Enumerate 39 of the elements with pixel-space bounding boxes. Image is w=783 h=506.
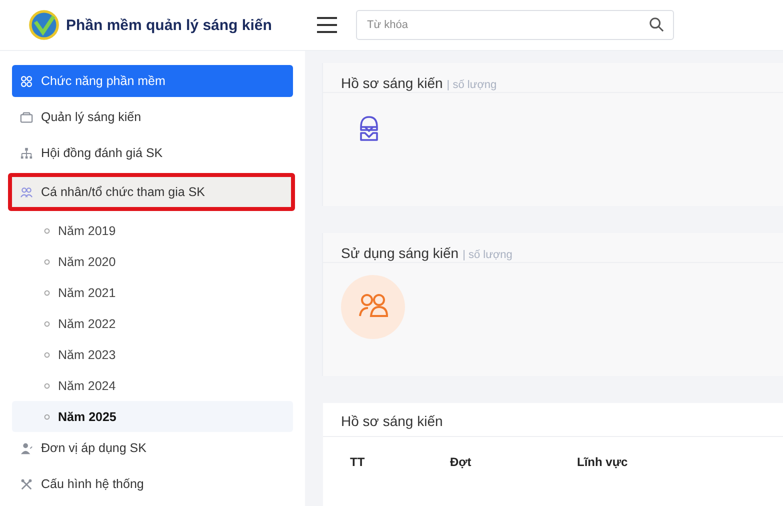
sidebar-item[interactable]: Quản lý sáng kiến [12, 101, 293, 133]
sidebar-subitem[interactable]: Năm 2023 [12, 339, 293, 370]
people-icon [341, 275, 405, 339]
circle-bullet-icon [44, 228, 50, 234]
card-title: Hồ sơ sáng kiến [341, 75, 443, 91]
user-icon [20, 442, 33, 454]
card-title: Sử dụng sáng kiến [341, 245, 459, 261]
circle-bullet-icon [44, 320, 50, 326]
column-header: Đợt [450, 455, 472, 469]
column-header: Lĩnh vực [577, 455, 628, 469]
tools-icon [20, 478, 33, 490]
sidebar-item[interactable]: Cấu hình hệ thống [12, 468, 293, 500]
circle-bullet-icon [44, 258, 50, 264]
grid-icon [20, 74, 33, 88]
box-icon [20, 110, 33, 124]
sidebar-subitem[interactable]: Năm 2024 [12, 370, 293, 401]
app-title: Phần mềm quản lý sáng kiến [66, 16, 272, 34]
search-field[interactable]: Từ khóa [356, 10, 674, 40]
sidebar-item[interactable]: Cá nhân/tổ chức tham gia SK [8, 173, 295, 211]
sidebar-item[interactable]: Đơn vị áp dụng SK [12, 432, 293, 464]
hierarchy-icon [20, 146, 33, 160]
card-subtitle: | số lượng [462, 249, 512, 261]
sidebar-subitem[interactable]: Năm 2020 [12, 246, 293, 277]
logo-icon [28, 9, 60, 41]
sidebar-subitem[interactable]: Năm 2021 [12, 277, 293, 308]
sidebar-subitem[interactable]: Năm 2019 [12, 215, 293, 246]
sidebar-item[interactable]: Chức năng phần mềm [12, 65, 293, 97]
circle-bullet-icon [44, 414, 50, 420]
circle-bullet-icon [44, 352, 50, 358]
sidebar-subitem[interactable]: Năm 2025 [12, 401, 293, 432]
column-header: TT [350, 455, 366, 469]
people-icon [20, 186, 33, 198]
card-subtitle: | số lượng [446, 79, 497, 91]
sidebar-subitem[interactable]: Năm 2022 [12, 308, 293, 339]
table-title: Hồ sơ sáng kiến [323, 403, 783, 437]
search-icon[interactable] [649, 17, 664, 32]
sidebar-item[interactable]: Hội đồng đánh giá SK [12, 137, 293, 169]
circle-bullet-icon [44, 290, 50, 296]
circle-bullet-icon [44, 382, 50, 388]
